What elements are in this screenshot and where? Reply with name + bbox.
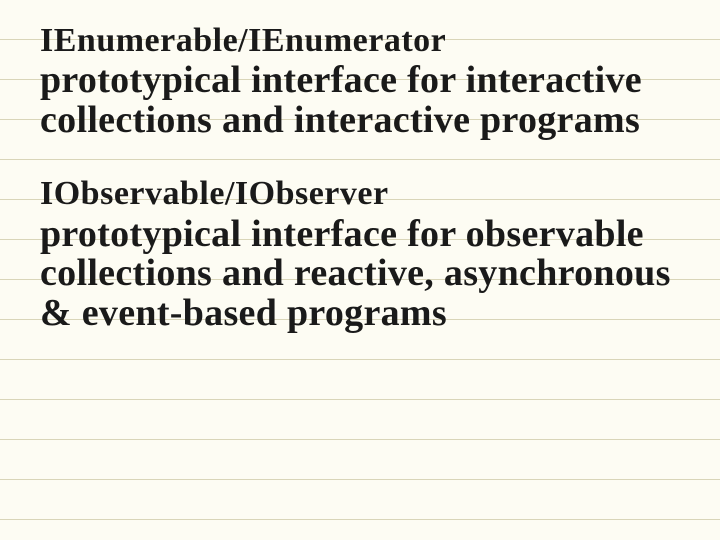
term-heading-2: IObservable/IObserver — [40, 175, 680, 212]
term-body-2: prototypical interface for observable co… — [40, 215, 680, 335]
definition-block-1: IEnumerable/IEnumerator prototypical int… — [40, 22, 680, 141]
notebook-page: IEnumerable/IEnumerator prototypical int… — [0, 0, 720, 540]
definition-block-2: IObservable/IObserver prototypical inter… — [40, 175, 680, 334]
term-body-1: prototypical interface for interactive c… — [40, 61, 680, 141]
term-heading-1: IEnumerable/IEnumerator — [40, 22, 680, 59]
